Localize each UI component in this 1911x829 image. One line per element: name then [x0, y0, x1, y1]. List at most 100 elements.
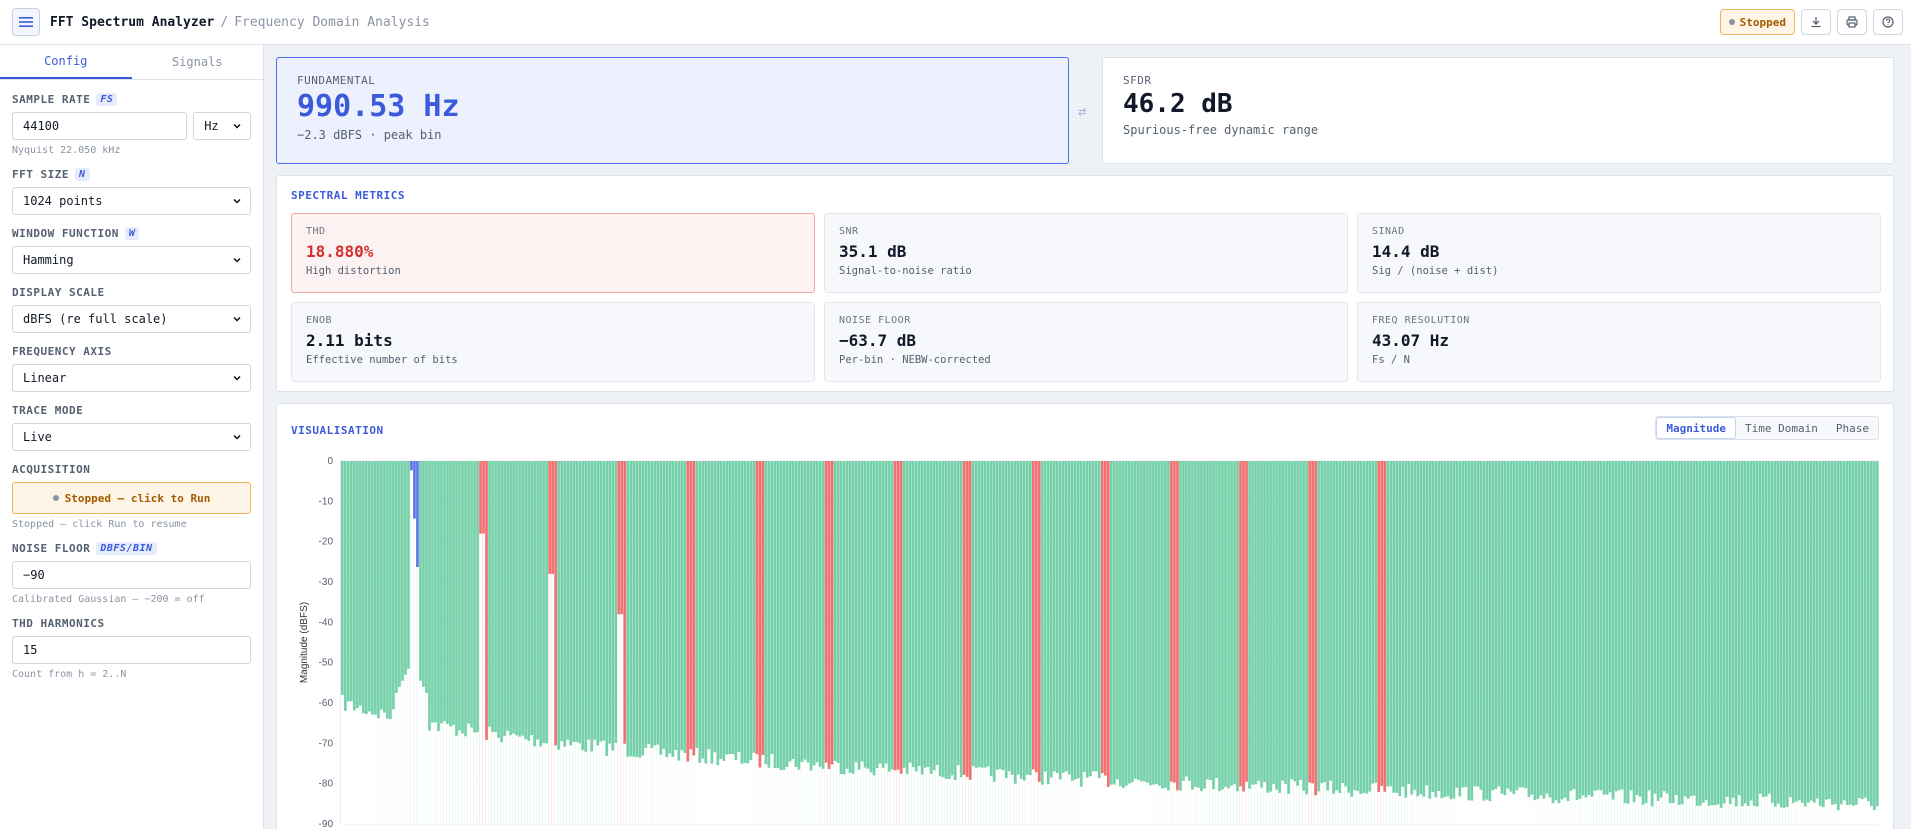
spectrum-bar [1377, 461, 1381, 824]
spectrum-floor [806, 762, 810, 824]
spectrum-bar [1200, 461, 1203, 824]
spectrum-floor [773, 767, 777, 824]
window-function-select[interactable]: Hamming [12, 246, 251, 274]
spectrum-bar [1641, 461, 1645, 824]
spectrum-bar [1052, 461, 1056, 824]
spectrum-floor [716, 765, 720, 824]
metric-value: 43.07 Hz [1372, 331, 1450, 350]
sample-rate-input[interactable]: 44100 [12, 112, 188, 140]
spectrum-floor [1332, 793, 1336, 824]
print-button[interactable] [1837, 9, 1867, 35]
spectrum-bar [1254, 461, 1257, 824]
spectrum-floor [1743, 803, 1748, 824]
spectrum-floor [1524, 788, 1528, 824]
spectrum-bar [869, 461, 873, 824]
fft-size-select[interactable]: 1024 points [12, 187, 251, 215]
spectrum-floor [1752, 805, 1757, 824]
frequency-axis-select[interactable]: Linear [12, 364, 251, 392]
spectrum-floor [1287, 793, 1291, 824]
spectrum-bar [1155, 461, 1158, 824]
spectrum-floor [608, 743, 612, 824]
spectrum-bar [1230, 461, 1233, 824]
spectrum-floor [1680, 804, 1684, 824]
spectrum-bar [962, 461, 966, 824]
status-badge[interactable]: Stopped [1719, 9, 1795, 35]
metric-label: SNR [839, 226, 859, 237]
spectrum-floor [1812, 802, 1817, 824]
spectrum-floor [392, 709, 396, 824]
spectrum-floor [1311, 783, 1315, 824]
sfdr-card[interactable]: SFDR 46.2 dB Spurious-free dynamic range [1102, 57, 1894, 164]
spectrum-floor [1278, 792, 1282, 824]
swap-icon[interactable]: ⇄ [1078, 104, 1086, 120]
spectrum-bar [1395, 461, 1399, 824]
spectrum-floor [1335, 790, 1339, 824]
fundamental-card[interactable]: FUNDAMENTAL 990.53 Hz −2.3 dBFS · peak b… [276, 57, 1069, 164]
spectrum-floor [1554, 800, 1558, 824]
spectrum-bar [1248, 461, 1251, 824]
spectrum-bar [809, 461, 813, 824]
thd-harmonics-input[interactable]: 15 [12, 636, 251, 664]
spectrum-floor [995, 769, 1000, 824]
menu-button[interactable] [12, 8, 40, 36]
spectrum-floor [1272, 783, 1276, 824]
spectrum-bar [1755, 461, 1759, 824]
trace-mode-select[interactable]: Live [12, 423, 251, 451]
magnitude-spectrum-chart[interactable]: 0 -10 -20 -30 -40 -50 -60 -70 -80 -90 Magnitude (d… [277, 404, 1893, 829]
spectrum-floor [458, 730, 462, 824]
spectrum-floor [731, 754, 735, 824]
help-button[interactable] [1873, 9, 1903, 35]
spectrum-floor [494, 732, 498, 824]
chevron-down-icon [233, 375, 241, 381]
spectrum-floor [1785, 806, 1790, 824]
spectrum-floor [1509, 791, 1513, 824]
spectrum-bar [1383, 461, 1387, 824]
spectrum-floor [1824, 799, 1829, 824]
download-button[interactable] [1801, 9, 1831, 35]
spectrum-bar [1389, 461, 1393, 824]
spectrum-floor [881, 767, 885, 824]
spectrum-bar [1743, 461, 1747, 824]
spectrum-bar [1034, 461, 1038, 824]
spectrum-floor [1764, 796, 1769, 824]
run-button[interactable]: Stopped — click to Run [12, 482, 251, 514]
spectrum-bar [1614, 461, 1618, 824]
spectrum-floor [839, 773, 843, 824]
spectrum-floor [1788, 797, 1793, 824]
spectrum-bar [1671, 461, 1675, 824]
spectrum-bar [1479, 461, 1483, 824]
spectrum-floor [698, 762, 702, 824]
spectrum-bar [1461, 461, 1465, 824]
spectrum-floor [518, 736, 522, 824]
spectrum-floor [1518, 787, 1522, 824]
spectrum-bar [947, 461, 951, 824]
spectrum-floor [692, 755, 696, 824]
fft-size-tag: N [74, 167, 90, 181]
frequency-axis-label: FREQUENCY AXIS [12, 344, 112, 358]
spectrum-floor [1350, 796, 1354, 824]
spectrum-bar [1608, 461, 1612, 824]
spectrum-floor [347, 701, 351, 824]
spectrum-floor [1725, 796, 1730, 824]
spectrum-floor [1809, 800, 1814, 824]
spectrum-bar [1548, 461, 1552, 824]
spectrum-bar [1079, 461, 1083, 824]
spectrum-bar [1638, 461, 1642, 824]
spectrum-floor [1248, 788, 1252, 824]
sample-rate-unit-select[interactable]: Hz [193, 112, 251, 140]
tab-signals[interactable]: Signals [132, 45, 264, 79]
display-scale-select[interactable]: dBFS (re full scale) [12, 305, 251, 333]
spectrum-floor [1019, 778, 1024, 824]
noise-floor-input[interactable]: −90 [12, 561, 251, 589]
spectrum-bar [1749, 461, 1753, 824]
spectrum-floor [1767, 793, 1772, 824]
spectrum-floor [1034, 772, 1039, 824]
spectrum-floor [1698, 805, 1702, 824]
spectrum-floor [767, 767, 771, 824]
spectrum-floor [1200, 791, 1204, 824]
tab-config[interactable]: Config [0, 45, 132, 79]
spectrum-bar [872, 461, 876, 824]
spectrum-bar [839, 461, 843, 824]
spectrum-floor [677, 760, 681, 824]
spectrum-floor [650, 748, 654, 824]
